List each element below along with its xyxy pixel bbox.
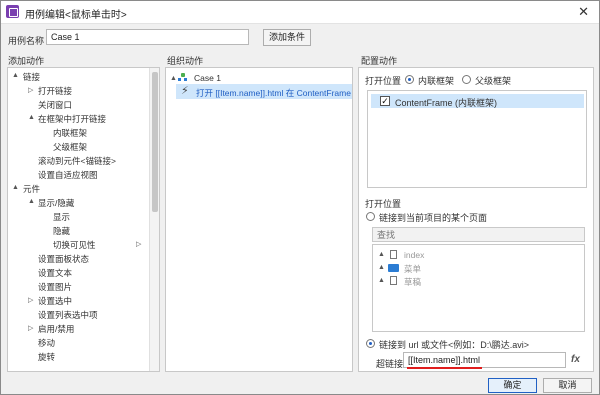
case-name-label: 用例名称: [8, 36, 45, 46]
page-tree-item[interactable]: 菜单: [404, 263, 421, 275]
action-tree-item[interactable]: 在框架中打开链接: [38, 113, 106, 125]
action-open-link: 打开 [[Item.name]].html 在 ContentFrame: [196, 88, 351, 98]
hyperlink-input[interactable]: [403, 352, 566, 368]
action-tree-item[interactable]: 设置图片: [38, 281, 72, 293]
action-tree-item[interactable]: 元件: [23, 183, 40, 195]
action-tree-item[interactable]: 设置文本: [38, 267, 72, 279]
frame-checkbox[interactable]: ✓: [380, 96, 390, 106]
radio-parent-frame[interactable]: [462, 75, 471, 84]
action-tree-item[interactable]: 父级框架: [53, 141, 87, 153]
radio-link-url-label: 链接到 url 或文件<例如：D:\鹏达.avi>: [379, 340, 530, 350]
action-tree-item[interactable]: 显示/隐藏: [38, 197, 74, 209]
action-tree-item[interactable]: 启用/禁用: [38, 323, 74, 335]
title-bar: 用例编辑<鼠标单击时> ✕: [1, 1, 599, 24]
folder-icon: [388, 264, 399, 272]
actions-scrollbar-thumb[interactable]: [152, 72, 158, 212]
action-tree-item[interactable]: 切换可见性: [53, 239, 96, 251]
page-file-icon: [390, 250, 397, 259]
action-tree-item[interactable]: 滚动到元件<锚链接>: [38, 155, 116, 167]
lightning-icon: ⚡: [181, 85, 189, 97]
action-tree-item[interactable]: 关闭窗口: [38, 99, 72, 111]
expand-toggle-icon[interactable]: ▲: [28, 114, 35, 121]
hyperlink-underline: [407, 367, 482, 369]
submenu-arrow-icon[interactable]: ▷: [136, 240, 141, 248]
case-expand-icon[interactable]: ▲: [170, 75, 177, 82]
expand-toggle-icon[interactable]: ▷: [28, 86, 33, 94]
action-tree-item[interactable]: 移动: [38, 337, 55, 349]
hyperlink-label: 超链接: [376, 359, 404, 369]
page-tree: ▲ index ▲ 菜单 ▲ 草稿: [372, 244, 585, 332]
page-expand-icon[interactable]: ▲: [378, 264, 385, 271]
configure-action-panel: 打开位置 内联框架 父级框架 ✓ ContentFrame (内联框架) 打开位…: [358, 67, 594, 372]
case-name-input[interactable]: [46, 29, 249, 45]
page-file-icon: [390, 276, 397, 285]
action-tree-item[interactable]: 设置选中: [38, 295, 72, 307]
expand-toggle-icon[interactable]: ▲: [28, 198, 35, 205]
actions-scrollbar[interactable]: [149, 68, 159, 371]
radio-inline-frame[interactable]: [405, 75, 414, 84]
configure-action-heading: 配置动作: [361, 56, 398, 66]
radio-link-page[interactable]: [366, 212, 375, 221]
organize-action-panel: ▲ Case 1 ⚡ 打开 [[Item.name]].html 在 Conte…: [165, 67, 353, 372]
expand-toggle-icon[interactable]: ▲: [12, 72, 19, 79]
case-node-icon: [178, 73, 188, 82]
case-node[interactable]: Case 1: [194, 73, 221, 83]
frame-item-label: ContentFrame (内联框架): [395, 98, 498, 108]
frame-list: ✓ ContentFrame (内联框架): [367, 90, 587, 188]
action-tree-item[interactable]: 链接: [23, 71, 40, 83]
action-tree-item[interactable]: 显示: [53, 211, 70, 223]
expand-toggle-icon[interactable]: ▷: [28, 296, 33, 304]
action-tree-item[interactable]: 隐藏: [53, 225, 70, 237]
action-tree-item[interactable]: 设置面板状态: [38, 253, 89, 265]
open-in-label: 打开位置: [365, 76, 402, 86]
add-action-heading: 添加动作: [8, 56, 45, 66]
action-tree-item[interactable]: 设置列表选中项: [38, 309, 98, 321]
action-tree-item[interactable]: 打开链接: [38, 85, 72, 97]
page-expand-icon[interactable]: ▲: [378, 277, 385, 284]
page-tree-item[interactable]: index: [404, 250, 424, 260]
page-tree-item[interactable]: 草稿: [404, 276, 421, 288]
selected-action-row[interactable]: ⚡ 打开 [[Item.name]].html 在 ContentFrame: [176, 84, 352, 99]
radio-link-url[interactable]: [366, 339, 375, 348]
action-tree-item[interactable]: 内联框架: [53, 127, 87, 139]
radio-link-page-label: 链接到当前项目的某个页面: [379, 213, 488, 223]
expand-toggle-icon[interactable]: ▲: [12, 184, 19, 191]
window-title: 用例编辑<鼠标单击时>: [25, 10, 127, 21]
radio-parent-frame-label: 父级框架: [475, 76, 512, 86]
radio-inline-frame-label: 内联框架: [418, 76, 455, 86]
cancel-button[interactable]: 取消: [543, 378, 592, 393]
app-icon: [6, 5, 19, 18]
add-action-panel: ▲ 链接 ▷ 打开链接 关闭窗口 ▲ 在框架中打开链接 内联框架 父级框架 滚动到元件<锚链接> 设…: [7, 67, 160, 372]
open-in-label-2: 打开位置: [365, 199, 402, 209]
organize-action-heading: 组织动作: [167, 56, 204, 66]
action-tree-item[interactable]: 设置自适应视图: [38, 169, 98, 181]
action-tree-item[interactable]: 旋转: [38, 351, 55, 363]
frame-list-item[interactable]: ✓ ContentFrame (内联框架): [371, 94, 584, 108]
fx-button[interactable]: fx: [571, 354, 580, 365]
dialog-window: 用例编辑<鼠标单击时> ✕ 用例名称 添加条件 添加动作 组织动作 配置动作 ▲…: [0, 0, 600, 395]
page-search-input[interactable]: [372, 227, 585, 242]
expand-toggle-icon[interactable]: ▷: [28, 324, 33, 332]
close-icon[interactable]: ✕: [578, 4, 589, 20]
page-expand-icon[interactable]: ▲: [378, 251, 385, 258]
add-condition-button[interactable]: 添加条件: [263, 29, 311, 46]
ok-button[interactable]: 确定: [488, 378, 537, 393]
